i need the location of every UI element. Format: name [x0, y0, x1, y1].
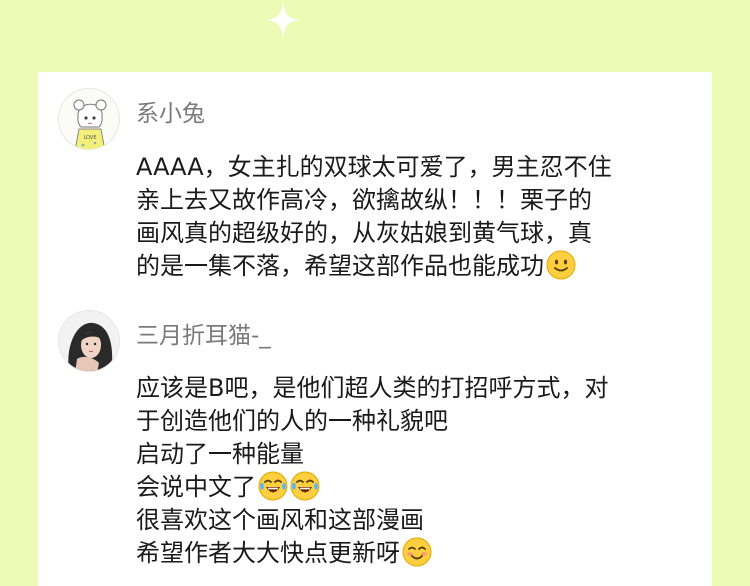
comment-line: 的是一集不落，希望这部作品也能成功 — [136, 252, 544, 280]
comment-line: 很喜欢这个画风和这部漫画 — [136, 506, 424, 534]
user-avatar[interactable] — [58, 310, 120, 372]
comment-card: LOVE 系小兔 AAAA，女主扎的双球太可爱了，男主忍不住 亲上去又故作高冷，… — [38, 72, 712, 586]
comment-line: 希望作者大大快点更新呀 — [136, 539, 400, 567]
smiling-face-emoji-icon — [546, 250, 576, 280]
comment-line: 应该是B吧，是他们超人类的打招呼方式，对 — [136, 374, 609, 402]
sparkle-icon — [266, 0, 300, 40]
user-avatar[interactable]: LOVE — [58, 88, 120, 150]
comment-line-with-emoji: 的是一集不落，希望这部作品也能成功 — [136, 250, 706, 283]
comment-line: 于创造他们的人的一种礼貌吧 — [136, 407, 448, 435]
comment-line: AAAA，女主扎的双球太可爱了，男主忍不住 — [136, 153, 612, 181]
comment-line: 启动了一种能量 — [136, 440, 304, 468]
comment-line-with-emoji: 会说中文了 — [136, 471, 706, 504]
girl-sketch-avatar-icon: LOVE — [59, 89, 119, 149]
comment-text: AAAA，女主扎的双球太可爱了，男主忍不住 亲上去又故作高冷，欲擒故纵！！！栗子… — [136, 151, 706, 283]
username[interactable]: 三月折耳猫-_ — [136, 316, 271, 350]
comment-line: 会说中文了 — [136, 473, 256, 501]
svg-text:LOVE: LOVE — [83, 135, 96, 141]
username[interactable]: 系小兔 — [136, 94, 205, 128]
comment-item: LOVE 系小兔 AAAA，女主扎的双球太可爱了，男主忍不住 亲上去又故作高冷，… — [38, 72, 712, 302]
comment-line: 画风真的超级好的，从灰姑娘到黄气球，真 — [136, 219, 592, 247]
tears-of-joy-emoji-icon — [290, 471, 320, 501]
comment-line: 亲上去又故作高冷，欲擒故纵！！！栗子的 — [136, 186, 592, 214]
comment-line-with-emoji: 希望作者大大快点更新呀 — [136, 537, 706, 570]
girl-photo-avatar-icon — [59, 311, 119, 371]
comment-item: 三月折耳猫-_ 应该是B吧，是他们超人类的打招呼方式，对 于创造他们的人的一种礼… — [38, 302, 712, 586]
blushing-smile-emoji-icon — [402, 537, 432, 567]
comment-text: 应该是B吧，是他们超人类的打招呼方式，对 于创造他们的人的一种礼貌吧 启动了一种… — [136, 372, 706, 570]
tears-of-joy-emoji-icon — [258, 471, 288, 501]
